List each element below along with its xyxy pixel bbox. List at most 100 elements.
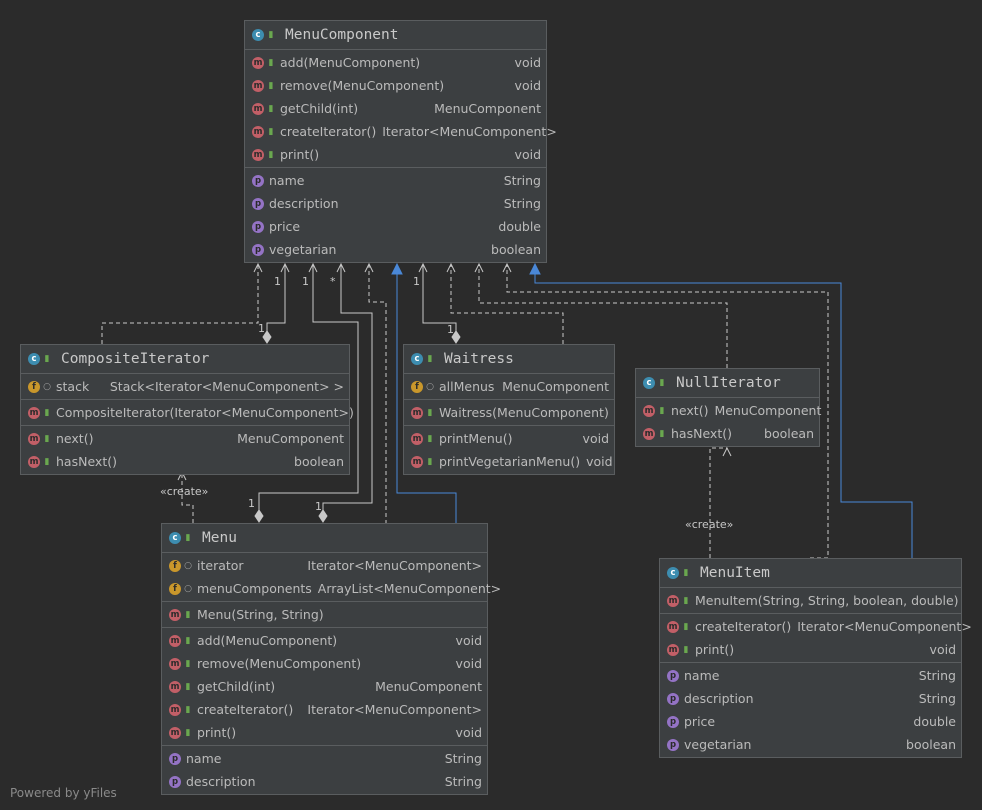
class-composite-iterator[interactable]: c ▮ CompositeIterator f ○ stack Stack<Iterator… [20, 344, 354, 475]
member-type: void [514, 78, 541, 93]
field-row[interactable]: f ○ menuComponents ArrayList<MenuComponent> [162, 577, 501, 600]
member-type: double [913, 714, 956, 729]
member-name: hasNext() [56, 454, 117, 469]
method-icon: m [252, 56, 264, 69]
method-row[interactable]: m ▮ getChild(int) MenuComponent [245, 97, 546, 120]
aggregation-diamond [254, 509, 264, 523]
public-lock-icon: ▮ [185, 609, 191, 620]
member-type: void [586, 454, 613, 469]
package-private-icon: ○ [184, 560, 192, 571]
method-row[interactable]: m ▮ printVegetarianMenu() void [404, 450, 614, 473]
member-section: m ▮ createIterator() Iterator<MenuComponent… [660, 613, 972, 662]
property-icon: p [252, 220, 264, 233]
method-row[interactable]: m ▮ remove(MenuComponent) void [162, 652, 487, 675]
public-lock-icon: ▮ [268, 149, 274, 160]
method-row[interactable]: m ▮ add(MenuComponent) void [162, 629, 487, 652]
method-row[interactable]: m ▮ remove(MenuComponent) void [245, 74, 546, 97]
property-row[interactable]: p vegetarian boolean [245, 238, 546, 261]
property-row[interactable]: p description String [660, 687, 961, 710]
public-lock-icon: ▮ [268, 126, 274, 137]
property-row[interactable]: p name String [245, 169, 546, 192]
method-row[interactable]: m ▮ print() void [660, 638, 961, 661]
public-lock-icon: ▮ [185, 533, 191, 543]
multiplicity-label: 1 [258, 322, 265, 335]
method-icon: m [28, 455, 40, 468]
method-row[interactable]: m ▮ MenuItem(String, String, boolean, doub… [660, 589, 961, 612]
method-row[interactable]: m ▮ print() void [245, 143, 546, 166]
method-row[interactable]: m ▮ Menu(String, String) [162, 603, 487, 626]
method-icon: m [252, 102, 264, 115]
property-row[interactable]: p vegetarian boolean [660, 733, 961, 756]
member-name: MenuItem(String, String, boolean, double… [695, 593, 959, 608]
class-waitress[interactable]: c ▮ Waitress f ○ allMenus MenuComponent m ▮ Waitr… [403, 344, 615, 475]
public-lock-icon: ▮ [659, 378, 665, 388]
member-name: createIterator() [695, 619, 792, 634]
method-icon: m [169, 680, 181, 693]
field-row[interactable]: f ○ iterator Iterator<MenuComponent> [162, 554, 487, 577]
property-row[interactable]: p name String [162, 747, 487, 770]
member-name: add(MenuComponent) [280, 55, 421, 70]
method-row[interactable]: m ▮ hasNext() boolean [636, 422, 819, 445]
method-icon: m [252, 125, 264, 138]
method-row[interactable]: m ▮ getChild(int) MenuComponent [162, 675, 487, 698]
class-icon: c [252, 29, 264, 41]
package-private-icon: ○ [426, 381, 434, 392]
method-icon: m [169, 608, 181, 621]
property-row[interactable]: p price double [660, 710, 961, 733]
method-icon: m [411, 432, 423, 445]
property-icon: p [667, 669, 679, 682]
member-type: ArrayList<MenuComponent> [317, 581, 502, 596]
member-type: void [455, 656, 482, 671]
property-row[interactable]: p description String [245, 192, 546, 215]
method-row[interactable]: m ▮ createIterator() Iterator<MenuComponent… [245, 120, 557, 143]
public-lock-icon: ▮ [185, 727, 191, 738]
method-row[interactable]: m ▮ hasNext() boolean [21, 450, 349, 473]
method-row[interactable]: m ▮ add(MenuComponent) void [245, 51, 546, 74]
property-row[interactable]: p name String [660, 664, 961, 687]
method-icon: m [667, 620, 679, 633]
property-icon: p [252, 243, 264, 256]
member-type: MenuComponent [714, 403, 822, 418]
member-section: f ○ stack Stack<Iterator<MenuComponent> > [21, 373, 349, 399]
method-row[interactable]: m ▮ print() void [162, 721, 487, 744]
field-icon: f [411, 380, 423, 393]
method-icon: m [643, 404, 655, 417]
class-header[interactable]: c ▮ MenuComponent [245, 21, 546, 49]
class-menu-component[interactable]: c ▮ MenuComponent m ▮ add(MenuComponent) void m… [244, 20, 557, 263]
public-lock-icon: ▮ [683, 595, 689, 606]
class-header[interactable]: c ▮ NullIterator [636, 369, 819, 397]
multiplicity-label: 1 [248, 497, 255, 510]
method-row[interactable]: m ▮ CompositeIterator(Iterator<MenuCompone… [21, 401, 354, 424]
method-row[interactable]: m ▮ Waitress(MenuComponent) [404, 401, 614, 424]
member-type: MenuComponent [237, 431, 344, 446]
public-lock-icon: ▮ [659, 428, 665, 439]
class-menu-item[interactable]: c ▮ MenuItem m ▮ MenuItem(String, String, boo… [659, 558, 972, 758]
class-icon: c [643, 377, 655, 389]
member-name: vegetarian [684, 737, 752, 752]
member-section: p name String p description String p price doubl… [660, 662, 961, 757]
class-name: MenuComponent [285, 27, 399, 43]
property-row[interactable]: p description String [162, 770, 487, 793]
field-row[interactable]: f ○ stack Stack<Iterator<MenuComponent> > [21, 375, 349, 398]
property-row[interactable]: p price double [245, 215, 546, 238]
method-row[interactable]: m ▮ next() MenuComponent [21, 427, 349, 450]
class-header[interactable]: c ▮ Menu [162, 524, 487, 552]
class-null-iterator[interactable]: c ▮ NullIterator m ▮ next() MenuComponent m ▮ has… [635, 368, 822, 447]
method-row[interactable]: m ▮ next() MenuComponent [636, 399, 822, 422]
member-section: m ▮ add(MenuComponent) void m ▮ remove(MenuCom… [245, 49, 557, 167]
member-type: MenuComponent [375, 679, 482, 694]
method-row[interactable]: m ▮ createIterator() Iterator<MenuComponent… [660, 615, 972, 638]
multiplicity-label: * [330, 275, 336, 288]
class-icon: c [28, 353, 40, 365]
create-label: «create» [685, 518, 734, 531]
member-type: void [455, 633, 482, 648]
method-row[interactable]: m ▮ createIterator() Iterator<MenuComponent… [162, 698, 487, 721]
method-row[interactable]: m ▮ printMenu() void [404, 427, 614, 450]
class-header[interactable]: c ▮ Waitress [404, 345, 614, 373]
class-header[interactable]: c ▮ MenuItem [660, 559, 961, 587]
class-header[interactable]: c ▮ CompositeIterator [21, 345, 349, 373]
class-menu[interactable]: c ▮ Menu f ○ iterator Iterator<MenuComponent> f… [161, 523, 501, 795]
field-row[interactable]: f ○ allMenus MenuComponent [404, 375, 614, 398]
member-type: String [918, 668, 956, 683]
member-name: Menu(String, String) [197, 607, 324, 622]
